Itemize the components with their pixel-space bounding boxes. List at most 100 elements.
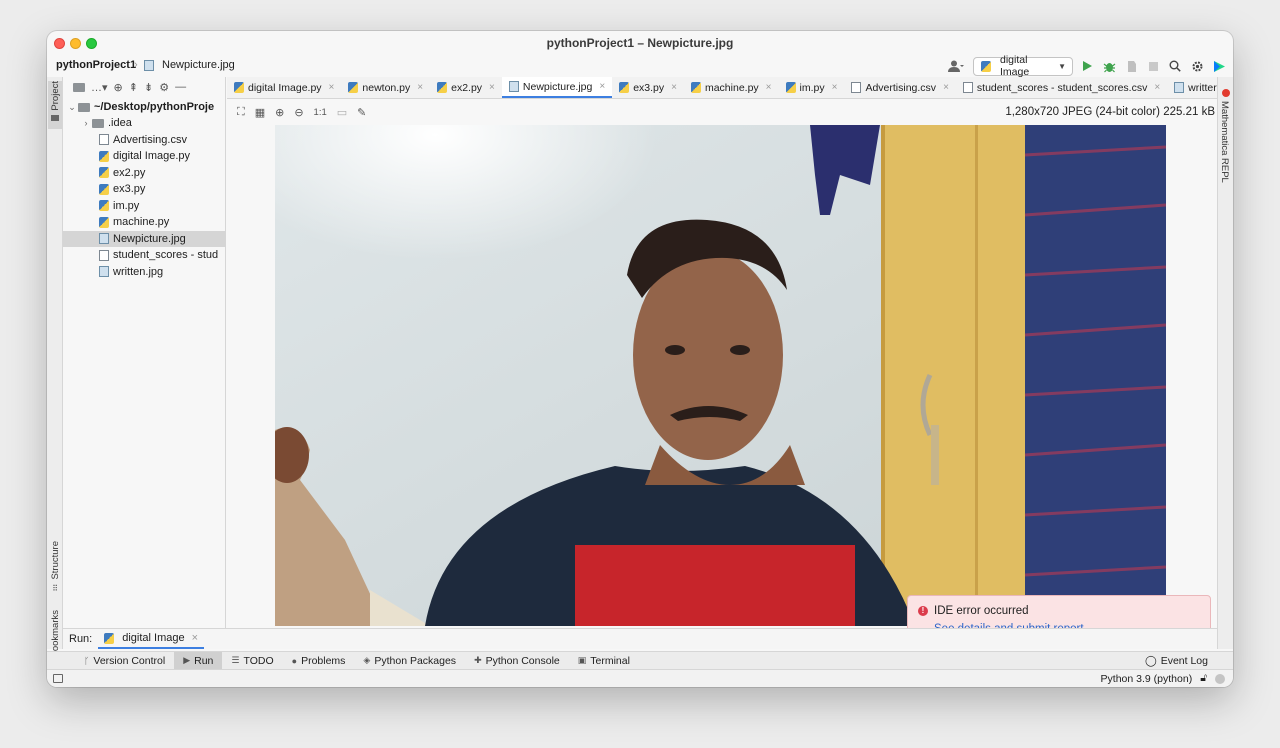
editor-tab-label: writter xyxy=(1188,81,1217,94)
search-icon[interactable] xyxy=(1167,58,1183,74)
mathematica-repl-button[interactable]: Mathematica REPL xyxy=(1219,101,1230,183)
py-file-icon xyxy=(348,82,359,93)
structure-tool-window-button[interactable]: Structure ⠿ xyxy=(48,541,62,597)
tree-root[interactable]: ⌄ ~/Desktop/pythonProje xyxy=(63,99,226,115)
tool-window-version-control[interactable]: ᚴ Version Control xyxy=(75,652,174,669)
tool-window-label: Version Control xyxy=(93,654,166,667)
tree-item[interactable]: im.py xyxy=(63,198,226,214)
project-panel: …▾ ⊕ ⇞ ⇟ ⚙ — ⌄ ~/Desktop/pythonProje › .ide… xyxy=(63,77,226,649)
actual-size-button[interactable]: 1:1 xyxy=(314,107,327,118)
tree-item[interactable]: ex2.py xyxy=(63,165,226,181)
main-toolbar: digital Image ▼ xyxy=(945,54,1227,78)
run-icon[interactable] xyxy=(1079,58,1095,74)
editor-tab[interactable]: machine.py × xyxy=(684,77,779,98)
color-picker-icon[interactable]: ✎ xyxy=(357,106,366,119)
tool-window-label: TODO xyxy=(243,654,274,667)
close-icon[interactable]: × xyxy=(671,82,677,93)
tool-window-python-console[interactable]: ✚ Python Console xyxy=(465,652,569,669)
chevron-down-icon[interactable]: ⌄ xyxy=(66,102,78,113)
py-file-icon xyxy=(785,82,796,93)
expand-all-icon[interactable]: ⇞ xyxy=(129,81,138,94)
editor-tab[interactable]: Newpicture.jpg × xyxy=(501,77,613,98)
tool-window-label: Problems xyxy=(301,654,346,667)
grid-icon[interactable]: ▦ xyxy=(255,106,265,119)
folder-icon xyxy=(73,82,85,92)
py-file-icon xyxy=(99,183,109,195)
branch-icon: ᚴ xyxy=(84,655,90,666)
close-icon[interactable]: × xyxy=(943,82,949,93)
interpreter-selector[interactable]: Python 3.9 (python) xyxy=(1101,673,1193,685)
run-configuration-select[interactable]: digital Image ▼ xyxy=(973,54,1073,78)
tool-window-buttons: ᚴ Version Control ▶ Run ☰ TODO ● Problems ◈ Pytho… xyxy=(75,652,639,669)
notifications-icon[interactable] xyxy=(1215,673,1225,684)
breadcrumb-project[interactable]: pythonProject1 xyxy=(56,59,136,71)
py-file-icon xyxy=(437,82,448,93)
close-icon[interactable]: × xyxy=(599,81,605,92)
lock-icon[interactable]: 🔓︎ xyxy=(1200,672,1207,685)
tree-item[interactable]: Newpicture.jpg xyxy=(63,230,226,247)
tree-item[interactable]: Advertising.csv xyxy=(63,132,226,148)
image-info: 1,280x720 JPEG (24-bit color) 225.21 kB xyxy=(1005,106,1215,118)
project-tool-window-button[interactable]: Project xyxy=(48,81,62,129)
tree-item-label: .idea xyxy=(108,117,132,129)
coverage-icon[interactable] xyxy=(1123,58,1139,74)
breadcrumb-file-label: Newpicture.jpg xyxy=(162,59,235,71)
navigation-bar: pythonProject1 › Newpicture.jpg digital … xyxy=(47,54,1233,78)
close-icon[interactable]: × xyxy=(192,632,198,644)
tree-item[interactable]: machine.py xyxy=(63,214,226,230)
gear-icon[interactable]: ⚙ xyxy=(159,81,169,94)
editor-tab[interactable]: ex3.py × xyxy=(612,77,684,98)
project-panel-toolbar: …▾ ⊕ ⇞ ⇟ ⚙ — xyxy=(63,77,225,97)
account-icon[interactable] xyxy=(945,57,967,75)
collapse-all-icon[interactable]: ⇟ xyxy=(144,81,153,94)
close-icon[interactable]: × xyxy=(766,82,772,93)
py-file-icon xyxy=(99,150,109,162)
editor-tab-label: im.py xyxy=(799,81,825,94)
hide-icon[interactable]: — xyxy=(175,81,186,93)
tool-window-toggle-icon[interactable] xyxy=(53,674,63,683)
editor-tab-label: student_scores - student_scores.csv xyxy=(976,81,1148,94)
close-icon[interactable]: × xyxy=(1154,82,1160,93)
fit-to-window-icon[interactable]: ⛶ xyxy=(237,106,245,119)
close-icon[interactable]: × xyxy=(489,82,495,93)
editor-tab[interactable]: ex2.py × xyxy=(430,77,502,98)
run-panel-label: Run: xyxy=(69,633,93,645)
editor-tab[interactable]: newton.py × xyxy=(341,77,430,98)
run-tab[interactable]: digital Image × xyxy=(98,629,205,649)
mathematica-icon xyxy=(1222,89,1230,97)
gear-icon[interactable] xyxy=(1189,58,1205,74)
tree-item-label: digital Image.py xyxy=(113,150,191,162)
tool-window-problems[interactable]: ● Problems xyxy=(283,652,355,669)
tool-window-todo[interactable]: ☰ TODO xyxy=(222,652,282,669)
event-log-button[interactable]: ◯ Event Log xyxy=(1145,655,1233,667)
tree-item[interactable]: written.jpg xyxy=(63,264,226,280)
folder-file-icon xyxy=(92,118,104,128)
tree-item[interactable]: › .idea xyxy=(63,115,226,131)
view-selector-icon[interactable]: …▾ xyxy=(73,81,108,94)
editor-tab[interactable]: writter xyxy=(1167,77,1217,98)
editor-tab[interactable]: Advertising.csv × xyxy=(844,77,955,98)
tree-item[interactable]: digital Image.py xyxy=(63,148,226,164)
tree-item[interactable]: student_scores - stud xyxy=(63,247,226,263)
editor-tab[interactable]: digital Image.py × xyxy=(227,77,341,98)
tree-item[interactable]: ex3.py xyxy=(63,181,226,197)
close-icon[interactable]: × xyxy=(329,82,335,93)
editor-tab[interactable]: student_scores - student_scores.csv × xyxy=(956,77,1167,98)
tool-window-run[interactable]: ▶ Run xyxy=(174,652,223,669)
locate-icon[interactable]: ⊕ xyxy=(114,81,123,94)
python-file-icon xyxy=(104,632,115,644)
editor-tab[interactable]: im.py × xyxy=(779,77,845,98)
close-icon[interactable]: × xyxy=(832,82,838,93)
zoom-out-icon[interactable]: ⊖ xyxy=(294,106,303,119)
tool-window-python-packages[interactable]: ◈ Python Packages xyxy=(354,652,465,669)
debug-icon[interactable] xyxy=(1101,58,1117,74)
chessboard-icon[interactable]: ▭ xyxy=(337,106,347,119)
close-icon[interactable]: × xyxy=(417,82,423,93)
chevron-right-icon[interactable]: › xyxy=(80,118,92,128)
breadcrumb-file[interactable]: Newpicture.jpg xyxy=(144,59,235,71)
jetbrains-toolbox-icon[interactable] xyxy=(1211,58,1227,74)
warning-icon: ● xyxy=(291,655,298,666)
tool-window-terminal[interactable]: ▣ Terminal xyxy=(569,652,639,669)
zoom-in-icon[interactable]: ⊕ xyxy=(275,106,284,119)
stop-icon[interactable] xyxy=(1145,58,1161,74)
